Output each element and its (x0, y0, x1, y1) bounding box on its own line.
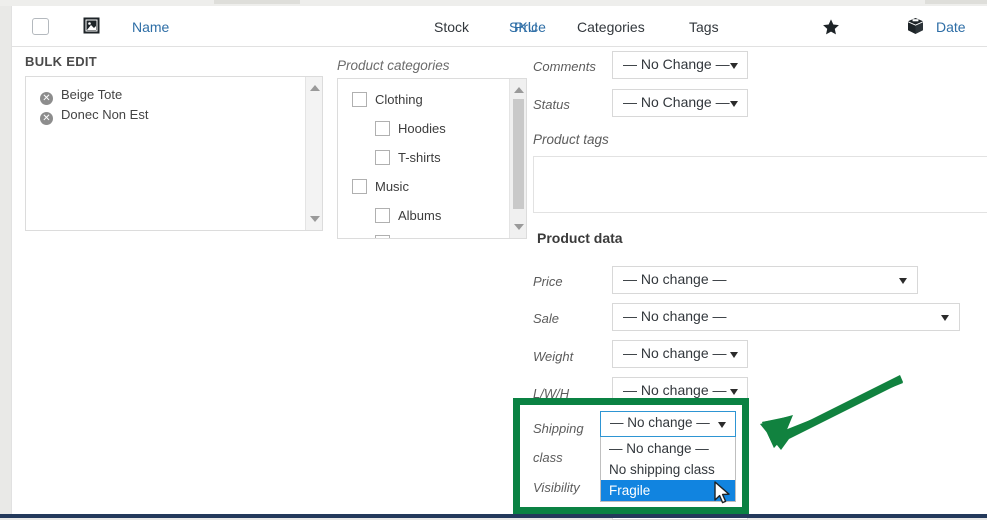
dropdown-option-no-shipping-class[interactable]: No shipping class (601, 459, 735, 480)
category-label: Clothing (375, 92, 423, 107)
sale-value: — No change — (623, 308, 727, 324)
comments-value: — No Change — (623, 56, 730, 72)
list-item-label: Donec Non Est (61, 107, 149, 122)
column-header-stock[interactable]: Stock (434, 18, 469, 36)
category-item-music[interactable]: Music (352, 179, 409, 201)
image-icon (83, 17, 100, 34)
chevron-down-icon (730, 389, 738, 395)
top-ghost-left (214, 0, 300, 4)
bulk-edit-title: BULK EDIT (25, 54, 98, 69)
category-checkbox[interactable] (375, 235, 390, 238)
category-checkbox[interactable] (375, 208, 390, 223)
chevron-down-icon (718, 422, 726, 428)
chevron-down-icon (730, 63, 738, 69)
screen-root: Name SKU Stock Price Categories Tags Dat… (0, 0, 987, 520)
category-label: Music (375, 179, 409, 194)
bottom-bar (0, 514, 987, 518)
scroll-up-arrow-icon[interactable] (514, 87, 524, 93)
category-item-hoodies[interactable]: Hoodies (375, 121, 446, 143)
list-item[interactable]: ✕ Beige Tote (40, 87, 122, 105)
product-categories-scrollbar[interactable] (509, 79, 526, 238)
lwh-value: — No change — (623, 382, 727, 398)
category-item-clothing[interactable]: Clothing (352, 92, 423, 114)
product-tags-label: Product tags (533, 132, 609, 147)
status-value: — No Change — (623, 94, 730, 110)
dropdown-option-no-change[interactable]: — No change — (601, 438, 735, 459)
price-value: — No change — (623, 271, 727, 287)
comments-label: Comments (533, 59, 596, 74)
scroll-down-arrow-icon[interactable] (310, 216, 320, 222)
product-categories-list[interactable]: Clothing Hoodies T-shirts Music Albums (337, 78, 527, 239)
pointer-arrow-icon (740, 372, 905, 462)
category-checkbox[interactable] (352, 92, 367, 107)
remove-circle-icon[interactable]: ✕ (40, 92, 53, 105)
category-label: Albums (398, 208, 442, 223)
category-checkbox[interactable] (375, 121, 390, 136)
shipping-class-select[interactable]: — No change — (600, 411, 736, 437)
category-item-albums[interactable]: Albums (375, 208, 441, 230)
price-select[interactable]: — No change — (612, 266, 918, 294)
list-item[interactable]: ✕ Donec Non Est (40, 107, 148, 125)
category-checkbox[interactable] (352, 179, 367, 194)
category-item-tshirts[interactable]: T-shirts (375, 150, 441, 172)
column-header-name[interactable]: Name (132, 18, 169, 36)
category-checkbox[interactable] (375, 150, 390, 165)
column-header-categories[interactable]: Categories (577, 18, 645, 36)
star-icon (822, 18, 840, 36)
status-label: Status (533, 97, 570, 112)
bulk-edit-list[interactable]: ✕ Beige Tote ✕ Donec Non Est (25, 76, 323, 231)
price-label: Price (533, 274, 563, 289)
weight-value: — No change — (623, 345, 727, 361)
mouse-cursor-icon (714, 481, 732, 507)
status-select[interactable]: — No Change — (612, 89, 748, 117)
product-box-icon (907, 17, 924, 35)
column-header-date[interactable]: Date (936, 18, 966, 36)
comments-select[interactable]: — No Change — (612, 51, 748, 79)
weight-select[interactable]: — No change — (612, 340, 748, 368)
product-data-heading: Product data (537, 230, 623, 246)
select-all-checkbox[interactable] (32, 18, 49, 35)
remove-circle-icon[interactable]: ✕ (40, 112, 53, 125)
top-ghost-right (925, 0, 987, 4)
weight-label: Weight (533, 349, 574, 364)
chevron-down-icon (899, 278, 907, 284)
column-header-price[interactable]: Price (514, 18, 546, 36)
sale-label: Sale (533, 311, 560, 326)
product-tags-input[interactable] (533, 156, 987, 213)
table-header-row: Name SKU Stock Price Categories Tags Dat… (12, 6, 987, 47)
product-categories-label: Product categories (337, 58, 450, 73)
scroll-up-arrow-icon[interactable] (310, 85, 320, 91)
sale-select[interactable]: — No change — (612, 303, 960, 331)
chevron-down-icon (941, 315, 949, 321)
category-item-partial[interactable] (375, 235, 398, 238)
left-gutter (0, 0, 11, 518)
category-label: Hoodies (398, 121, 446, 136)
chevron-down-icon (730, 101, 738, 107)
category-label: T-shirts (398, 150, 441, 165)
scroll-down-arrow-icon[interactable] (514, 224, 524, 230)
bulk-edit-scrollbar[interactable] (305, 77, 322, 230)
shipping-class-value: — No change — (610, 415, 710, 430)
column-header-tags[interactable]: Tags (689, 18, 719, 36)
scrollbar-thumb[interactable] (513, 99, 524, 209)
chevron-down-icon (730, 352, 738, 358)
list-item-label: Beige Tote (61, 87, 123, 102)
